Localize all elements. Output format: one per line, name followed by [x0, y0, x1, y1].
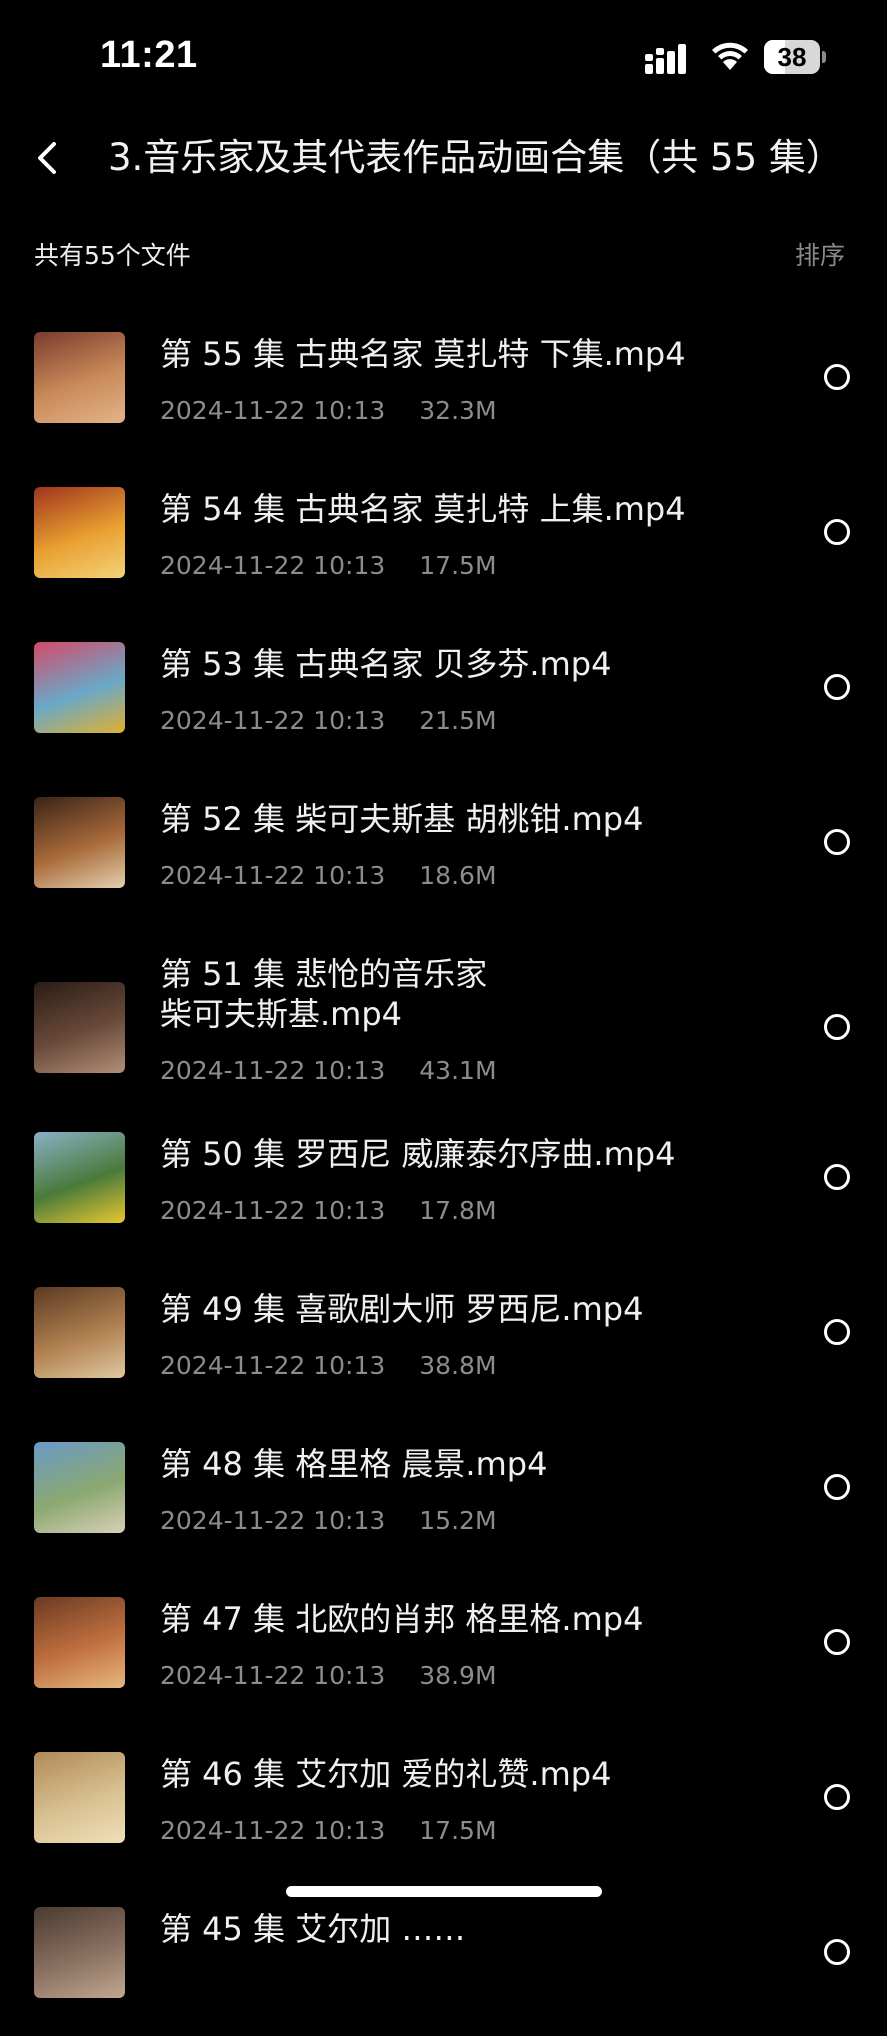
file-meta: 2024-11-22 10:13 21.5M	[160, 706, 497, 735]
select-radio-button[interactable]	[824, 1164, 850, 1190]
file-date: 2024-11-22 10:13	[160, 1056, 386, 1085]
select-radio-button[interactable]	[824, 1474, 850, 1500]
video-thumbnail	[34, 1597, 125, 1688]
video-thumbnail	[34, 487, 125, 578]
battery-indicator: 38	[764, 40, 826, 76]
file-size: 17.5M	[419, 551, 497, 580]
video-thumbnail	[34, 642, 125, 733]
file-size: 15.2M	[419, 1506, 497, 1535]
file-list-item[interactable]: 第 50 集 罗西尼 威廉泰尔序曲.mp4 2024-11-22 10:13 17.…	[0, 1106, 887, 1261]
select-radio-button[interactable]	[824, 519, 850, 545]
file-list-item[interactable]: 第 47 集 北欧的肖邦 格里格.mp4 2024-11-22 10:13 38.9…	[0, 1571, 887, 1726]
file-name: 第 50 集 罗西尼 威廉泰尔序曲.mp4	[160, 1135, 676, 1173]
file-name: 第 47 集 北欧的肖邦 格里格.mp4	[160, 1600, 644, 1638]
file-meta	[160, 1971, 194, 2000]
file-meta: 2024-11-22 10:13 38.8M	[160, 1351, 497, 1380]
file-name: 第 55 集 古典名家 莫扎特 下集.mp4	[160, 335, 686, 373]
select-radio-button[interactable]	[824, 829, 850, 855]
file-size: 17.8M	[419, 1196, 497, 1225]
home-indicator	[286, 1886, 602, 1897]
file-name: 第 49 集 喜歌剧大师 罗西尼.mp4	[160, 1290, 644, 1328]
sort-button[interactable]: 排序	[795, 236, 845, 272]
cellular-signal-icon	[645, 44, 686, 74]
select-radio-button[interactable]	[824, 674, 850, 700]
file-size: 43.1M	[419, 1056, 497, 1085]
battery-level-text: 38	[777, 42, 807, 72]
navigation-bar: 3.音乐家及其代表作品动画合集（共 55 集）	[0, 120, 887, 196]
file-list-item[interactable]: 第 52 集 柴可夫斯基 胡桃钳.mp4 2024-11-22 10:13 18.6…	[0, 771, 887, 926]
file-name: 第 53 集 古典名家 贝多芬.mp4	[160, 645, 612, 683]
file-name: 第 52 集 柴可夫斯基 胡桃钳.mp4	[160, 800, 644, 838]
file-date: 2024-11-22 10:13	[160, 396, 386, 425]
file-size: 38.9M	[419, 1661, 497, 1690]
file-meta: 2024-11-22 10:13 17.5M	[160, 1816, 497, 1845]
file-date: 2024-11-22 10:13	[160, 1351, 386, 1380]
file-meta: 2024-11-22 10:13 17.5M	[160, 551, 497, 580]
video-thumbnail	[34, 1752, 125, 1843]
status-bar: 11:21 38	[0, 0, 887, 110]
file-size: 38.8M	[419, 1351, 497, 1380]
file-name: 第 54 集 古典名家 莫扎特 上集.mp4	[160, 490, 686, 528]
file-size: 18.6M	[419, 861, 497, 890]
file-meta: 2024-11-22 10:13 38.9M	[160, 1661, 497, 1690]
file-meta: 2024-11-22 10:13 32.3M	[160, 396, 497, 425]
file-list-item[interactable]: 第 51 集 悲怆的音乐家 柴可夫斯基.mp4 2024-11-22 10:13 4…	[0, 926, 887, 1106]
file-date: 2024-11-22 10:13	[160, 1661, 386, 1690]
select-radio-button[interactable]	[824, 1939, 850, 1965]
file-count-label: 共有55个文件	[34, 241, 191, 270]
wifi-icon	[712, 42, 748, 70]
file-date: 2024-11-22 10:13	[160, 1196, 386, 1225]
select-radio-button[interactable]	[824, 364, 850, 390]
file-list-item[interactable]: 第 55 集 古典名家 莫扎特 下集.mp4 2024-11-22 10:13 32…	[0, 306, 887, 461]
file-size: 21.5M	[419, 706, 497, 735]
file-meta: 2024-11-22 10:13 17.8M	[160, 1196, 497, 1225]
file-list-item[interactable]: 第 46 集 艾尔加 爱的礼赞.mp4 2024-11-22 10:13 17.5M	[0, 1726, 887, 1881]
file-date: 2024-11-22 10:13	[160, 706, 386, 735]
file-list-item[interactable]: 第 49 集 喜歌剧大师 罗西尼.mp4 2024-11-22 10:13 38.8…	[0, 1261, 887, 1416]
file-list-item[interactable]: 第 45 集 艾尔加 ……	[0, 1881, 887, 2036]
file-meta: 2024-11-22 10:13 43.1M	[160, 1056, 497, 1085]
back-button[interactable]	[22, 130, 78, 186]
file-list-item[interactable]: 第 53 集 古典名家 贝多芬.mp4 2024-11-22 10:13 21.5M	[0, 616, 887, 771]
video-thumbnail	[34, 332, 125, 423]
file-meta: 2024-11-22 10:13 18.6M	[160, 861, 497, 890]
select-radio-button[interactable]	[824, 1014, 850, 1040]
file-size: 17.5M	[419, 1816, 497, 1845]
file-name: 第 48 集 格里格 晨景.mp4	[160, 1445, 548, 1483]
chevron-left-icon	[38, 142, 56, 174]
summary-row: 共有55个文件 排序	[0, 232, 887, 276]
video-thumbnail	[34, 1907, 125, 1998]
file-name: 第 45 集 艾尔加 ……	[160, 1910, 466, 1948]
select-radio-button[interactable]	[824, 1319, 850, 1345]
video-thumbnail	[34, 982, 125, 1073]
select-radio-button[interactable]	[824, 1629, 850, 1655]
select-radio-button[interactable]	[824, 1784, 850, 1810]
file-name: 第 46 集 艾尔加 爱的礼赞.mp4	[160, 1755, 612, 1793]
video-thumbnail	[34, 1442, 125, 1533]
file-size: 32.3M	[419, 396, 497, 425]
video-thumbnail	[34, 1132, 125, 1223]
file-meta: 2024-11-22 10:13 15.2M	[160, 1506, 497, 1535]
status-time: 11:21	[100, 34, 198, 76]
file-list-item[interactable]: 第 48 集 格里格 晨景.mp4 2024-11-22 10:13 15.2M	[0, 1416, 887, 1571]
video-thumbnail	[34, 1287, 125, 1378]
file-list: 第 55 集 古典名家 莫扎特 下集.mp4 2024-11-22 10:13 32…	[0, 306, 887, 2036]
file-date: 2024-11-22 10:13	[160, 1816, 386, 1845]
file-date: 2024-11-22 10:13	[160, 1506, 386, 1535]
file-date: 2024-11-22 10:13	[160, 861, 386, 890]
video-thumbnail	[34, 797, 125, 888]
file-date: 2024-11-22 10:13	[160, 551, 386, 580]
file-name: 第 51 集 悲怆的音乐家 柴可夫斯基.mp4	[160, 955, 488, 1033]
page-title: 3.音乐家及其代表作品动画合集（共 55 集）	[108, 136, 843, 179]
file-list-item[interactable]: 第 54 集 古典名家 莫扎特 上集.mp4 2024-11-22 10:13 17…	[0, 461, 887, 616]
